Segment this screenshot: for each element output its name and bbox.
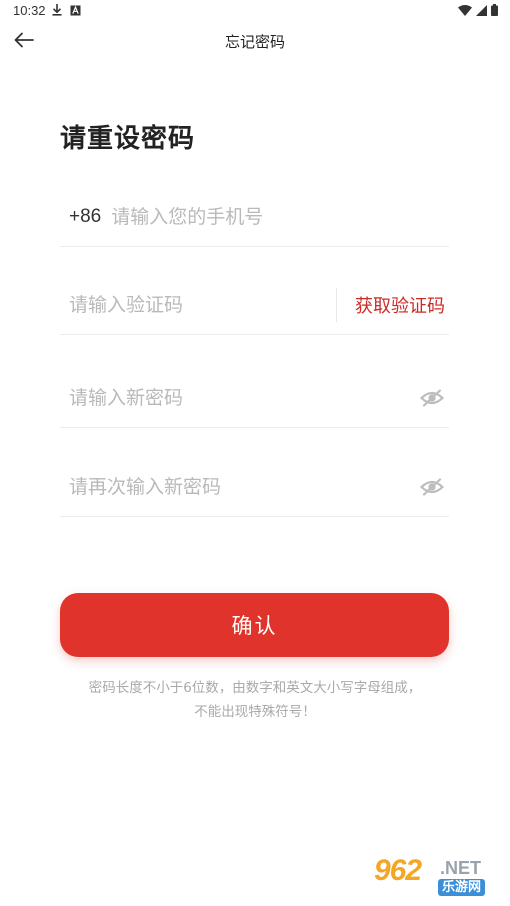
- password-hint-line2: 不能出现特殊符号！: [194, 704, 316, 720]
- status-left-icons: [52, 4, 81, 20]
- status-right-icons: [458, 4, 498, 20]
- notification-a-icon: [70, 5, 81, 20]
- signal-icon: [476, 4, 487, 20]
- phone-field-row: +86: [60, 188, 449, 247]
- nav-bar: 忘记密码: [0, 22, 510, 62]
- status-time: 10:32: [13, 3, 46, 18]
- battery-icon: [491, 4, 498, 20]
- password-hint: 密码长度不小于6位数，由数字和英文大小写字母组成， 不能出现特殊符号！: [40, 676, 470, 724]
- code-divider: [336, 288, 337, 322]
- watermark-logo: 962 .NET 乐游网: [370, 854, 502, 900]
- watermark-number: 962: [374, 854, 422, 887]
- confirm-password-input[interactable]: [69, 467, 419, 507]
- country-code[interactable]: +86: [69, 206, 101, 228]
- phone-input[interactable]: [111, 197, 449, 237]
- eye-off-icon[interactable]: [419, 474, 445, 500]
- download-icon: [52, 4, 62, 20]
- page-heading: 请重设密码: [60, 124, 196, 154]
- verification-code-input[interactable]: [69, 285, 336, 325]
- watermark-sub: 乐游网: [438, 879, 486, 896]
- wifi-icon: [458, 4, 472, 20]
- status-bar: 10:32: [0, 0, 510, 22]
- nav-title: 忘记密码: [224, 33, 285, 51]
- password-hint-line1: 密码长度不小于6位数，由数字和英文大小写字母组成，: [88, 680, 422, 696]
- watermark-suffix: .NET: [440, 858, 482, 878]
- eye-off-icon[interactable]: [419, 385, 445, 411]
- confirm-button[interactable]: 确认: [60, 593, 449, 657]
- code-field-row: 获取验证码: [60, 276, 449, 335]
- confirm-password-field-row: [60, 458, 449, 517]
- get-code-button[interactable]: 获取验证码: [355, 292, 445, 318]
- new-password-field-row: [60, 369, 449, 428]
- new-password-input[interactable]: [69, 378, 419, 418]
